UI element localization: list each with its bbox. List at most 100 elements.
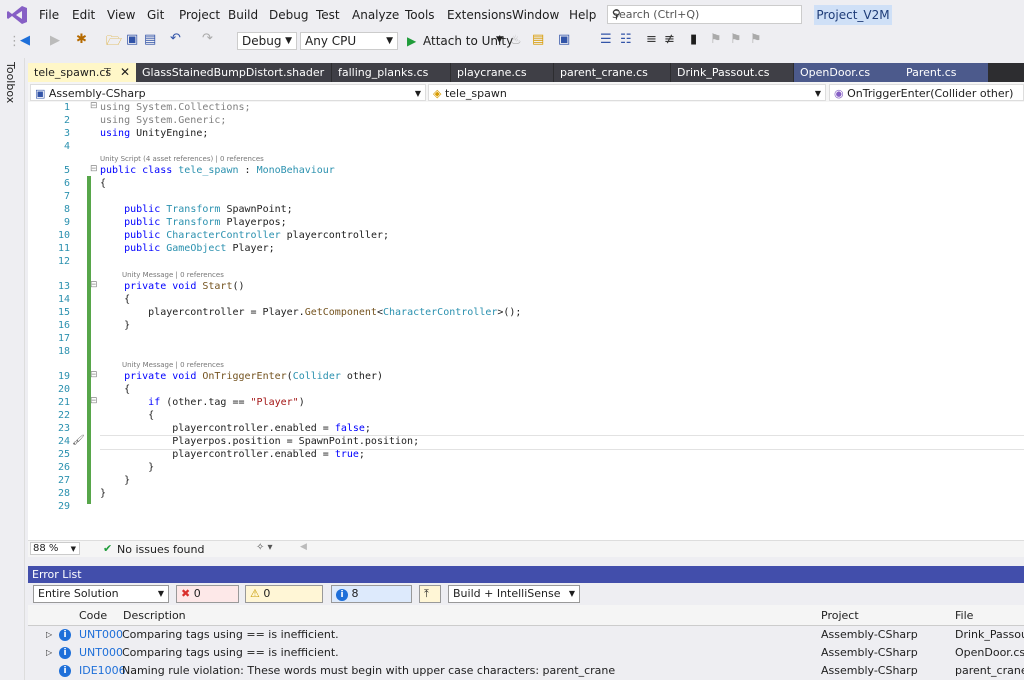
codelens-hint[interactable]: Unity Message | 0 references <box>122 361 224 369</box>
tab-label: tele_spawn.cs <box>34 66 112 79</box>
comment-icon[interactable]: ≡ <box>646 32 657 47</box>
source-value: Build + IntelliSense <box>453 587 561 600</box>
expand-icon[interactable]: ▷ <box>46 626 52 644</box>
errors-filter-button[interactable]: ✖ 0 Errors <box>176 585 239 616</box>
play-icon[interactable]: ▶ <box>407 34 416 48</box>
new-project-icon[interactable]: ✱ <box>76 32 87 47</box>
tab-falling-planks[interactable]: falling_planks.cs <box>332 63 450 82</box>
column-project[interactable]: Project <box>821 609 859 622</box>
brush-icon[interactable]: ✧ ▾ <box>256 542 273 553</box>
collapse-icon[interactable]: ⊟ <box>90 370 98 380</box>
menu-build[interactable]: Build <box>228 8 258 22</box>
menu-tools[interactable]: Tools <box>405 8 435 22</box>
menu-debug[interactable]: Debug <box>269 8 308 22</box>
uncomment-icon[interactable]: ≢ <box>664 32 675 47</box>
redo-icon[interactable]: ↷ <box>202 31 213 46</box>
expand-icon[interactable]: ▷ <box>46 644 52 662</box>
messages-filter-button[interactable]: i 8 Messages <box>331 585 412 616</box>
tab-open-door[interactable]: OpenDoor.cs <box>794 63 900 82</box>
pin-icon[interactable]: ⊤ <box>103 63 112 82</box>
menu-test[interactable]: Test <box>316 8 340 22</box>
menu-extensions[interactable]: Extensions <box>447 8 512 22</box>
configuration-dropdown[interactable]: Debug ▼ <box>237 32 297 50</box>
zoom-dropdown[interactable]: 88 % ▼ <box>30 542 80 555</box>
error-code-link[interactable]: IDE1006 <box>79 662 126 680</box>
codelens-hint[interactable]: Unity Script (4 asset references) | 0 re… <box>100 155 264 163</box>
undo-icon[interactable]: ↶ <box>170 31 181 46</box>
code-line: { <box>100 294 131 305</box>
error-description: Naming rule violation: These words must … <box>122 664 616 677</box>
collapse-icon[interactable]: ⊟ <box>90 396 98 406</box>
member-dropdown[interactable]: ◉ OnTriggerEnter(Collider other) <box>829 84 1024 101</box>
column-file[interactable]: File <box>955 609 973 622</box>
issues-status[interactable]: No issues found <box>117 543 204 556</box>
close-icon[interactable]: ✕ <box>120 63 130 82</box>
configuration-value: Debug <box>242 34 282 48</box>
code-line: using System.Generic; <box>100 115 226 126</box>
collapse-icon[interactable]: ⊟ <box>90 280 98 290</box>
project-dropdown[interactable]: ▣ Assembly-CSharp ▼ <box>30 84 426 101</box>
menu-file[interactable]: File <box>39 8 59 22</box>
table-row[interactable]: ▷ i UNT0002 Comparing tags using == is i… <box>28 644 1024 662</box>
clear-bookmarks-icon[interactable]: ⚑ <box>750 32 762 47</box>
error-code-link[interactable]: UNT0002 <box>79 626 122 644</box>
collapse-icon[interactable]: ⊟ <box>90 164 98 174</box>
menu-window[interactable]: Window <box>512 8 559 22</box>
platform-dropdown[interactable]: Any CPU ▼ <box>300 32 398 50</box>
properties-icon[interactable]: ☷ <box>620 32 632 47</box>
using-keyword: using <box>100 128 137 139</box>
screenshot-icon[interactable]: ▣ <box>558 32 570 47</box>
table-row[interactable]: i IDE1006 Naming rule violation: These w… <box>28 662 1024 680</box>
code-line: } <box>100 488 107 499</box>
menu-project[interactable]: Project <box>179 8 220 22</box>
error-list-title[interactable]: Error List <box>28 566 1024 583</box>
filter-icon[interactable]: ⤒ <box>419 585 441 603</box>
code-line: public Transform Playerpos; <box>124 217 287 228</box>
codelens-hint[interactable]: Unity Message | 0 references <box>122 271 224 279</box>
table-row[interactable]: ▷ i UNT0002 Comparing tags using == is i… <box>28 626 1024 644</box>
solution-explorer-icon[interactable]: ☰ <box>600 32 612 47</box>
error-code-link[interactable]: UNT0002 <box>79 644 122 662</box>
menu-help[interactable]: Help <box>569 8 596 22</box>
project-name-badge[interactable]: Project_V2M <box>814 5 892 25</box>
source-dropdown[interactable]: Build + IntelliSense ▼ <box>448 585 580 603</box>
column-description[interactable]: Description <box>123 609 186 622</box>
tab-playcrane[interactable]: playcrane.cs <box>451 63 553 82</box>
menu-git[interactable]: Git <box>147 8 164 22</box>
line-number: 5 <box>63 165 70 176</box>
tab-drink-passout[interactable]: Drink_Passout.cs <box>671 63 793 82</box>
line-number: 18 <box>57 346 70 357</box>
warnings-filter-button[interactable]: ⚠ 0 Warnings <box>245 585 323 616</box>
prev-bookmark-icon[interactable]: ⚑ <box>710 32 722 47</box>
forward-icon[interactable]: ▶ <box>50 33 60 48</box>
toolbox-tab[interactable]: Toolbox <box>4 62 17 103</box>
menu-analyze[interactable]: Analyze <box>352 8 399 22</box>
tab-glass-stained-shader[interactable]: GlassStainedBumpDistort.shader <box>136 63 331 82</box>
chevron-down-icon[interactable]: ▼ <box>496 35 503 45</box>
tab-tele-spawn[interactable]: tele_spawn.cs ⊤ ✕ <box>28 63 136 82</box>
save-all-icon[interactable]: ▤ <box>144 32 156 47</box>
bookmark-icon[interactable]: ▮ <box>690 32 697 47</box>
quick-action-icon[interactable]: 🖌 <box>72 435 85 446</box>
next-bookmark-icon[interactable]: ⚑ <box>730 32 742 47</box>
hot-reload-icon[interactable]: ♨ <box>510 33 522 48</box>
visual-studio-logo-icon[interactable] <box>6 5 28 25</box>
column-code[interactable]: Code <box>79 609 107 622</box>
line-number: 9 <box>63 217 70 228</box>
menu-view[interactable]: View <box>107 8 135 22</box>
search-box[interactable]: Search (Ctrl+Q) ⚲ <box>607 5 802 24</box>
scope-dropdown[interactable]: Entire Solution ▼ <box>33 585 169 603</box>
tab-parent-crane[interactable]: parent_crane.cs <box>554 63 670 82</box>
error-description: Comparing tags using == is inefficient. <box>122 628 339 641</box>
menu-edit[interactable]: Edit <box>72 8 95 22</box>
find-in-files-icon[interactable]: ▤ <box>532 32 544 47</box>
collapse-icon[interactable]: ⊟ <box>90 101 98 111</box>
tab-parent[interactable]: Parent.cs <box>900 63 988 82</box>
open-folder-icon[interactable]: 🗁 <box>106 32 122 54</box>
line-number: 15 <box>57 307 70 318</box>
save-icon[interactable]: ▣ <box>126 32 138 47</box>
back-icon[interactable]: ◀ <box>20 33 30 48</box>
class-dropdown[interactable]: ◈ tele_spawn ▼ <box>428 84 826 101</box>
scroll-left-icon[interactable]: ◀ <box>300 542 307 552</box>
error-file: parent_crane.cs <box>955 664 1024 677</box>
